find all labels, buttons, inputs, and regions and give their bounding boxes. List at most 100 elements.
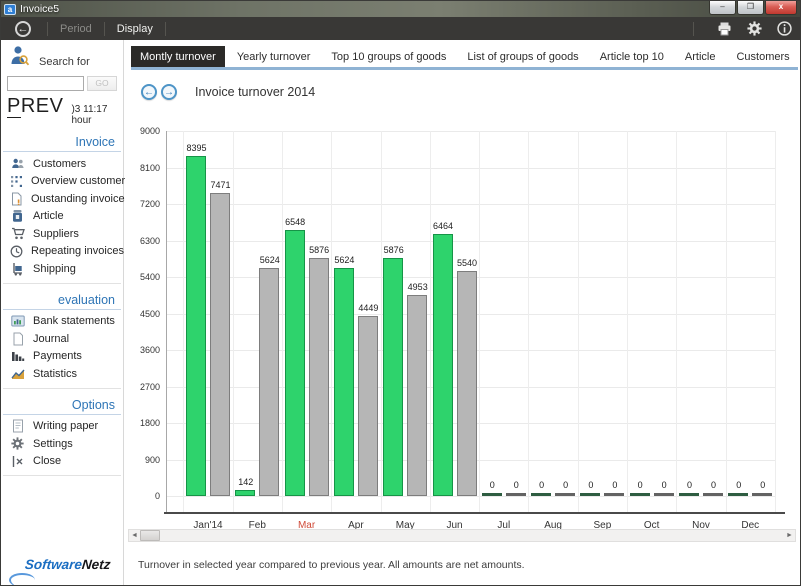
bar-previous-year-May (407, 295, 427, 496)
prev-label[interactable]: PREV (7, 95, 63, 118)
sidebar-item-journal[interactable]: Journal (1, 330, 123, 348)
outstanding-invoices-icon (10, 192, 23, 206)
bar-value-label: 5876 (373, 245, 414, 255)
tab-montly-turnover[interactable]: Montly turnover (131, 46, 225, 67)
y-axis-tick-label: 7200 (131, 199, 160, 209)
bar-previous-year-Feb (259, 268, 279, 496)
bar-selected-year-Jul (482, 493, 502, 496)
minimize-button[interactable]: – (709, 1, 736, 15)
title-bar: a Invoice5 – ❒ x (1, 1, 800, 17)
sidebar-item-payments[interactable]: Payments (1, 348, 123, 366)
tab-top-10-groups-of-goods[interactable]: Top 10 groups of goods (322, 46, 455, 67)
scroll-right-icon[interactable]: ► (784, 530, 795, 541)
x-gridline (282, 131, 283, 512)
sidebar-item-settings[interactable]: Settings (1, 435, 123, 453)
x-gridline (676, 131, 677, 512)
x-axis-line (164, 512, 785, 514)
bar-value-label: 5540 (447, 258, 488, 268)
y-axis-tick-label: 0 (131, 491, 160, 501)
sidebar-item-article[interactable]: Article (1, 208, 123, 226)
sidebar-separator (3, 475, 121, 476)
y-axis-tick-label: 9000 (131, 126, 160, 136)
chart-footnote: Turnover in selected year compared to pr… (138, 559, 525, 571)
bar-value-label: 5624 (324, 255, 365, 265)
bar-selected-year-Jan'14 (186, 156, 206, 496)
y-axis-tick-label: 6300 (131, 236, 160, 246)
y-gridline (166, 496, 775, 497)
horizontal-scrollbar[interactable]: ◄ ► (128, 529, 796, 542)
sidebar-item-bank-statements[interactable]: Bank statements (1, 313, 123, 331)
sidebar-item-repeating-invoices[interactable]: Repeating invoices (1, 243, 123, 261)
y-axis-tick-label: 5400 (131, 272, 160, 282)
sidebar-item-shipping[interactable]: Shipping (1, 260, 123, 278)
tab-customers[interactable]: Customers (727, 46, 798, 67)
repeating-invoices-icon (10, 244, 23, 258)
x-gridline (528, 131, 529, 512)
bar-selected-year-Sep (580, 493, 600, 496)
y-axis-tick-label: 3600 (131, 345, 160, 355)
y-axis-tick-label: 4500 (131, 309, 160, 319)
softwarenetz-logo: SoftwareNetz (24, 557, 111, 572)
y-axis-tick-label: 900 (131, 455, 160, 465)
datetime-label: )3 11:17 hour (71, 104, 123, 126)
go-button[interactable]: GO (87, 76, 117, 91)
x-gridline (775, 131, 776, 512)
x-gridline (430, 131, 431, 512)
article-icon (10, 209, 25, 223)
sidebar: Search for GO PREV )3 11:17 hour Invoice… (1, 40, 124, 586)
close-button[interactable]: x (765, 1, 797, 15)
x-gridline (479, 131, 480, 512)
next-year-arrow-icon[interactable]: → (161, 84, 177, 100)
y-gridline (166, 168, 775, 169)
bar-previous-year-Dec (752, 493, 772, 496)
sidebar-item-suppliers[interactable]: Suppliers (1, 225, 123, 243)
bar-previous-year-Mar (309, 258, 329, 496)
search-input[interactable] (7, 76, 84, 91)
period-button[interactable]: Period (56, 23, 96, 35)
section-header-evaluation: evaluation (3, 284, 121, 310)
back-icon[interactable]: ← (15, 21, 31, 37)
scrollbar-thumb[interactable] (140, 530, 160, 541)
settings-gear-icon (10, 437, 25, 451)
overview-customers-icon (10, 174, 23, 188)
y-gridline (166, 131, 775, 132)
sidebar-item-customers[interactable]: Customers (1, 155, 123, 173)
bar-selected-year-Mar (285, 230, 305, 496)
print-icon[interactable] (716, 21, 732, 37)
bar-previous-year-Sep (604, 493, 624, 496)
app-window: a Invoice5 – ❒ x ← Period Display (0, 0, 801, 586)
x-gridline (578, 131, 579, 512)
tab-article-top-10[interactable]: Article top 10 (591, 46, 673, 67)
y-axis-line (166, 131, 167, 512)
info-icon[interactable] (776, 21, 792, 37)
bar-selected-year-Dec (728, 493, 748, 496)
toolbar-separator (165, 22, 166, 36)
section-header-invoice: Invoice (3, 126, 121, 152)
tab-yearly-turnover[interactable]: Yearly turnover (228, 46, 320, 67)
display-button[interactable]: Display (113, 23, 157, 35)
sidebar-item-writing-paper[interactable]: Writing paper (1, 418, 123, 436)
close-exit-icon (10, 454, 25, 468)
bar-previous-year-Apr (358, 316, 378, 496)
sidebar-item-close[interactable]: Close (1, 453, 123, 471)
section-header-options: Options (3, 389, 121, 415)
shipping-icon (10, 262, 25, 276)
bar-selected-year-Feb (235, 490, 255, 496)
prev-year-arrow-icon[interactable]: ← (141, 84, 157, 100)
toolbar: ← Period Display (1, 17, 800, 40)
tab-article[interactable]: Article (676, 46, 725, 67)
sidebar-item-oustanding-invoices[interactable]: Oustanding invoices (1, 190, 123, 208)
tab-bar: Montly turnover Yearly turnover Top 10 g… (131, 46, 798, 70)
sidebar-item-statistics[interactable]: Statistics (1, 365, 123, 383)
maximize-button[interactable]: ❒ (737, 1, 764, 15)
bar-value-label: 0 (742, 480, 783, 490)
bar-value-label: 5876 (299, 245, 340, 255)
bar-selected-year-Aug (531, 493, 551, 496)
bank-statements-icon (10, 314, 25, 328)
logo-arc-graphic (9, 573, 35, 586)
scroll-left-icon[interactable]: ◄ (129, 530, 140, 541)
bar-value-label: 7471 (200, 180, 241, 190)
tab-list-of-groups-of-goods[interactable]: List of groups of goods (458, 46, 587, 67)
gear-icon[interactable] (746, 21, 762, 37)
sidebar-item-overview-customers[interactable]: Overview customers (1, 173, 123, 191)
